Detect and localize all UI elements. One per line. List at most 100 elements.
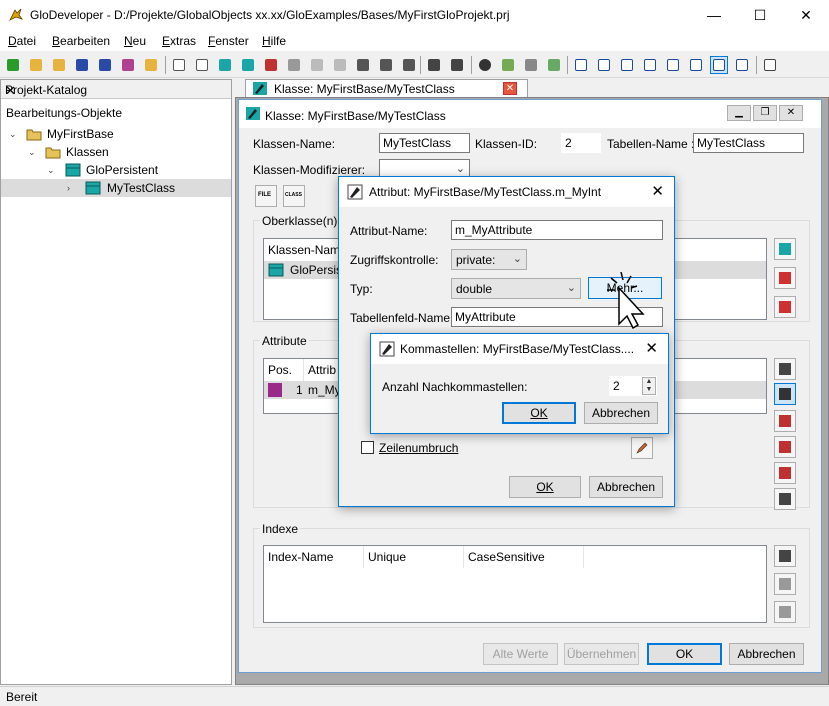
cascade-icon[interactable] bbox=[572, 56, 590, 74]
tree-item-klassen[interactable]: ⌄ Klassen bbox=[6, 143, 231, 161]
index-edit-button[interactable] bbox=[774, 573, 796, 595]
tools-icon[interactable] bbox=[522, 56, 540, 74]
attr-misc-button[interactable] bbox=[774, 488, 796, 510]
attribute-icon[interactable] bbox=[239, 56, 257, 74]
typ-select[interactable]: double ⌄ bbox=[451, 278, 581, 299]
minimize-button[interactable]: — bbox=[691, 0, 737, 31]
window-3-icon[interactable] bbox=[687, 56, 705, 74]
menu-fenster[interactable]: Fenster bbox=[208, 34, 249, 48]
kommastellen-close-icon[interactable]: ✕ bbox=[645, 339, 658, 357]
menu-datei[interactable]: Datei bbox=[8, 34, 36, 48]
tree-item-mytestclass[interactable]: › MyTestClass bbox=[1, 179, 231, 197]
open-folder-icon[interactable] bbox=[27, 56, 45, 74]
window-restore-button[interactable]: ❐ bbox=[753, 105, 777, 121]
class-abbrechen-button[interactable]: Abbrechen bbox=[729, 643, 804, 665]
maximize-button[interactable]: ☐ bbox=[737, 0, 783, 31]
help-book-icon[interactable] bbox=[761, 56, 779, 74]
chevron-down-icon[interactable]: ⌄ bbox=[9, 125, 19, 143]
window-icon[interactable] bbox=[641, 56, 659, 74]
attr-edit-button[interactable] bbox=[774, 383, 796, 405]
move-down-button[interactable] bbox=[774, 296, 796, 318]
uebernehmen-button[interactable]: Übernehmen bbox=[564, 643, 639, 665]
zugriff-label: Zugriffskontrolle: bbox=[350, 253, 439, 267]
paste-icon[interactable] bbox=[331, 56, 349, 74]
attr-down-button[interactable] bbox=[774, 462, 796, 484]
tab-klasse[interactable]: Klasse: MyFirstBase/MyTestClass ✕ bbox=[245, 79, 528, 97]
zugriff-select[interactable]: private: ⌄ bbox=[451, 249, 527, 270]
open-base-icon[interactable] bbox=[142, 56, 160, 74]
alte-werte-button[interactable]: Alte Werte bbox=[483, 643, 558, 665]
attr-col-pos[interactable]: Pos. bbox=[264, 359, 304, 381]
klassenid-input[interactable]: 2 bbox=[561, 133, 601, 153]
klassenname-input[interactable]: MyTestClass bbox=[379, 133, 470, 153]
index-list[interactable]: Index-Name Unique CaseSensitive bbox=[263, 545, 767, 623]
attr-2-icon[interactable] bbox=[377, 56, 395, 74]
window-close-button[interactable]: ✕ bbox=[779, 105, 803, 121]
tile-2-icon[interactable] bbox=[618, 56, 636, 74]
tile-icon[interactable] bbox=[595, 56, 613, 74]
save-all-icon[interactable] bbox=[96, 56, 114, 74]
move-up-button[interactable] bbox=[774, 267, 796, 289]
class-ok-button[interactable]: OK bbox=[647, 643, 722, 665]
class-teal-icon[interactable] bbox=[216, 56, 234, 74]
spin-arrows-icon[interactable]: ▲ ▼ bbox=[642, 377, 656, 395]
tree-item-myfirstbase[interactable]: ⌄ MyFirstBase bbox=[6, 125, 231, 143]
save-icon[interactable] bbox=[73, 56, 91, 74]
attr-new-icon[interactable] bbox=[425, 56, 443, 74]
menu-neu[interactable]: Neu bbox=[124, 34, 146, 48]
attribut-abbrechen-button[interactable]: Abbrechen bbox=[589, 476, 663, 498]
attr-delete-button[interactable] bbox=[774, 410, 796, 432]
attribut-close-icon[interactable]: ✕ bbox=[651, 182, 664, 200]
superclass-add-button[interactable] bbox=[774, 238, 796, 260]
open-folder-2-icon[interactable] bbox=[50, 56, 68, 74]
tree-item-label: GloPersistent bbox=[86, 163, 159, 177]
attribut-ok-button[interactable]: OK bbox=[509, 476, 581, 498]
file-icon[interactable] bbox=[170, 56, 188, 74]
panel-bottom-icon[interactable] bbox=[733, 56, 751, 74]
class-icon[interactable] bbox=[193, 56, 211, 74]
copy-icon[interactable] bbox=[308, 56, 326, 74]
close-button[interactable]: ✕ bbox=[783, 0, 829, 31]
index-add-button[interactable] bbox=[774, 545, 796, 567]
new-project-icon[interactable] bbox=[4, 56, 22, 74]
mouse-cursor-icon bbox=[607, 271, 645, 330]
tree-item-glopersistent[interactable]: ⌄ GloPersistent bbox=[6, 161, 231, 179]
tabellenname-input[interactable]: MyTestClass bbox=[693, 133, 804, 153]
panel-left-icon[interactable] bbox=[710, 56, 728, 74]
kommastellen-abbrechen-button[interactable]: Abbrechen bbox=[584, 402, 658, 424]
chevron-down-icon[interactable]: ⌄ bbox=[28, 143, 38, 161]
window-2-icon[interactable] bbox=[664, 56, 682, 74]
idx-col-casesensitive[interactable]: CaseSensitive bbox=[464, 546, 584, 568]
idx-col-unique[interactable]: Unique bbox=[364, 546, 464, 568]
database-folder-icon bbox=[26, 129, 42, 141]
settings-icon[interactable] bbox=[545, 56, 563, 74]
panel-close-icon[interactable]: ✕ bbox=[5, 83, 227, 99]
anzahl-spinbox[interactable]: 2 ▲ ▼ bbox=[609, 376, 657, 396]
attribut-name-input[interactable]: m_MyAttribute bbox=[451, 220, 663, 240]
delete-icon[interactable] bbox=[262, 56, 280, 74]
chevron-down-icon[interactable]: ⌄ bbox=[47, 161, 57, 179]
window-minimize-button[interactable]: ▁ bbox=[727, 105, 751, 121]
edit-pencil-button[interactable] bbox=[631, 437, 653, 459]
chevron-right-icon[interactable]: › bbox=[67, 179, 77, 197]
cut-icon[interactable] bbox=[285, 56, 303, 74]
file-button[interactable]: FILE bbox=[255, 185, 277, 207]
attr-3-icon[interactable] bbox=[400, 56, 418, 74]
tab-close-icon[interactable]: ✕ bbox=[503, 82, 517, 95]
globe-icon[interactable] bbox=[476, 56, 494, 74]
zeilenumbruch-checkbox[interactable] bbox=[361, 441, 374, 454]
menu-extras[interactable]: Extras bbox=[162, 34, 196, 48]
index-delete-button[interactable] bbox=[774, 601, 796, 623]
menu-hilfe[interactable]: Hilfe bbox=[262, 34, 286, 48]
attr-icon[interactable] bbox=[354, 56, 372, 74]
menu-bearbeiten[interactable]: Bearbeiten bbox=[52, 34, 110, 48]
class-button[interactable]: CLASS bbox=[283, 185, 305, 207]
attr-add-button[interactable] bbox=[774, 358, 796, 380]
kommastellen-ok-button[interactable]: OK bbox=[502, 402, 576, 424]
properties-icon[interactable] bbox=[119, 56, 137, 74]
grid-icon[interactable] bbox=[499, 56, 517, 74]
class-window-title: Klasse: MyFirstBase/MyTestClass bbox=[265, 109, 446, 123]
idx-col-name[interactable]: Index-Name bbox=[264, 546, 364, 568]
index-icon[interactable] bbox=[448, 56, 466, 74]
attr-up-button[interactable] bbox=[774, 436, 796, 458]
